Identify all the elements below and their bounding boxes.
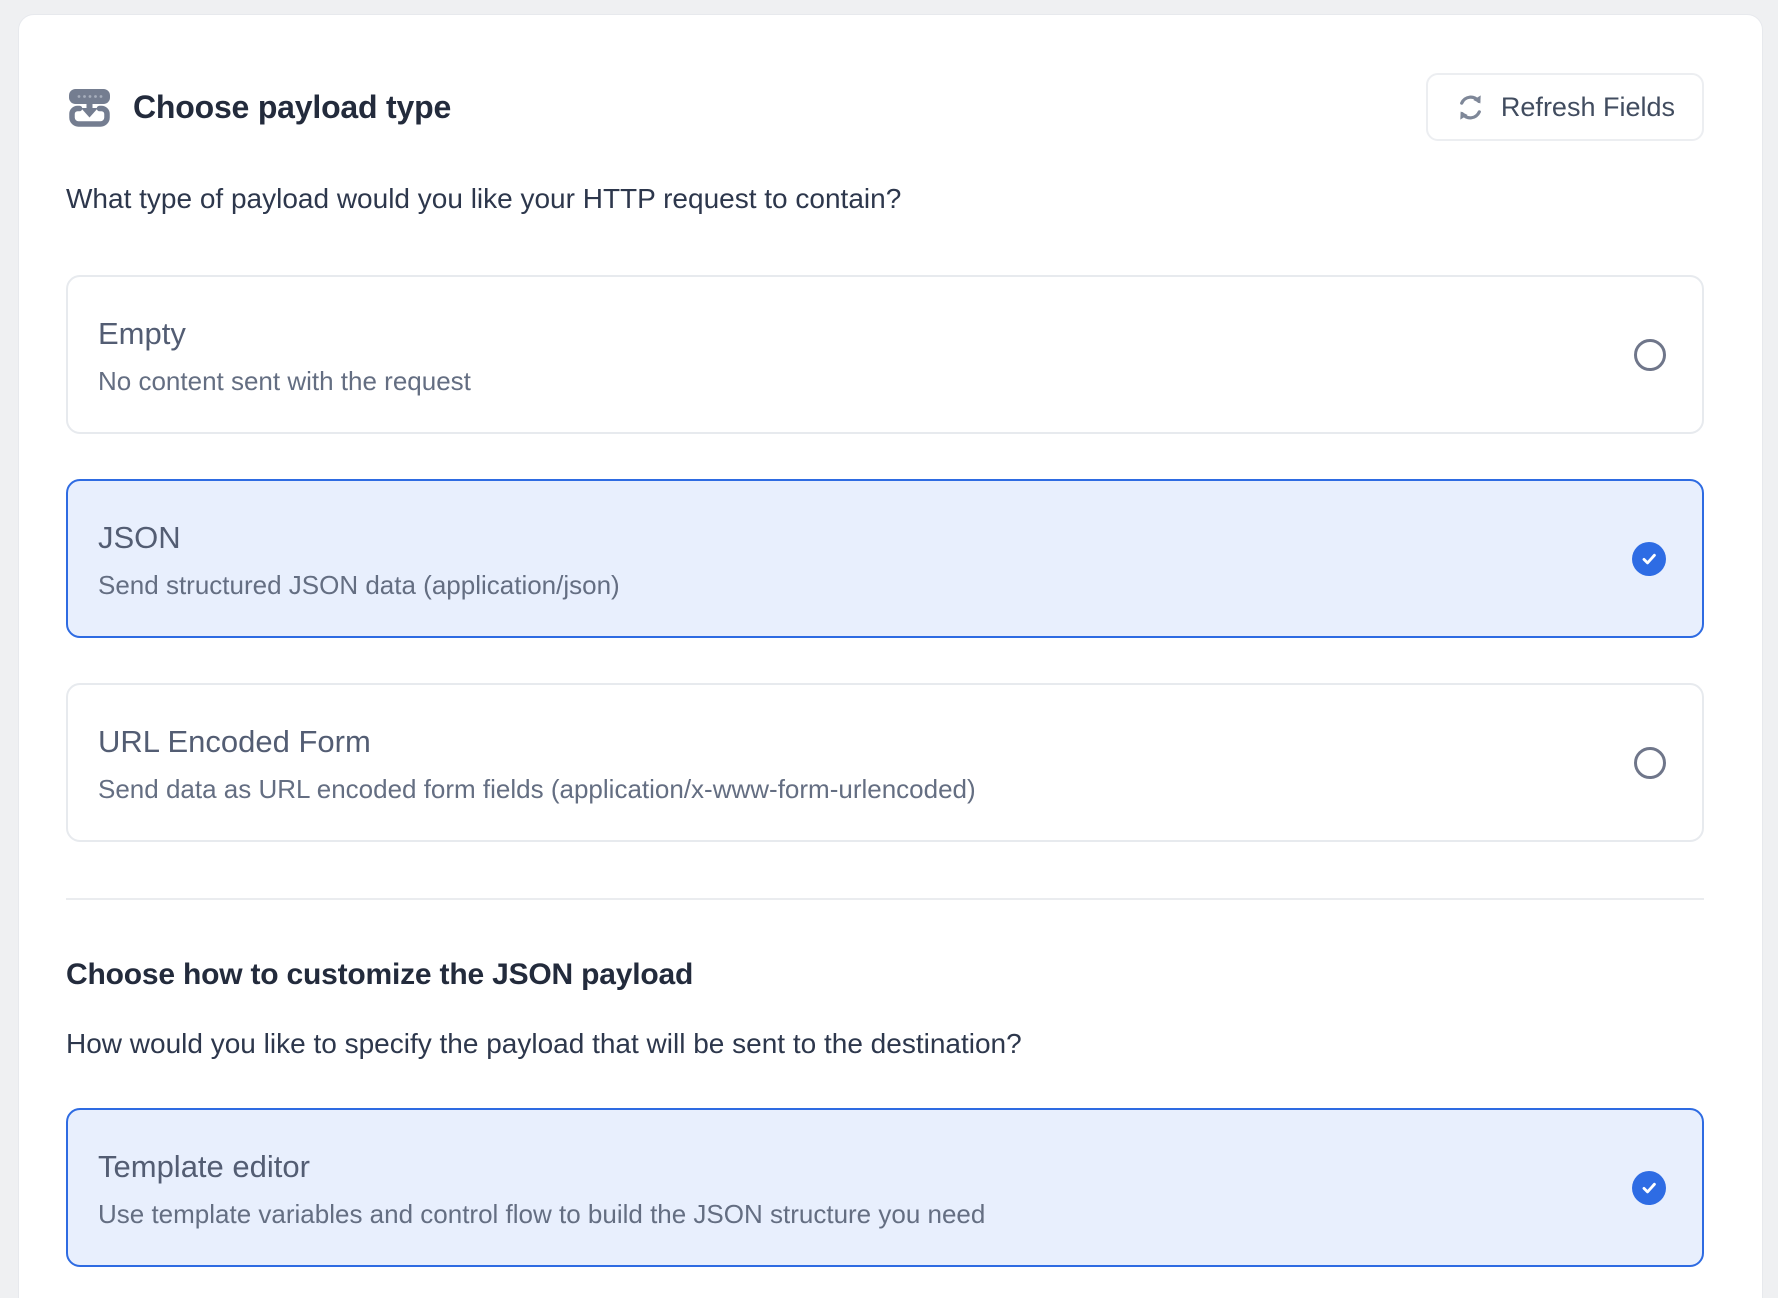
check-icon [1639,1178,1659,1198]
payload-settings-panel: Choose payload type Refresh Fields What … [18,14,1763,1298]
header-left: Choose payload type [66,86,451,129]
option-description: Use template variables and control flow … [98,1199,1592,1230]
payload-type-question: What type of payload would you like your… [66,183,1704,215]
option-description: Send structured JSON data (application/j… [98,570,1592,601]
payload-option-json[interactable]: JSON Send structured JSON data (applicat… [66,479,1704,638]
option-title: Empty [98,316,1592,352]
option-title: JSON [98,520,1592,556]
header-row: Choose payload type Refresh Fields [66,73,1704,141]
radio-unchecked-icon[interactable] [1634,339,1666,371]
radio-checked-icon[interactable] [1632,1171,1666,1205]
customize-section-heading: Choose how to customize the JSON payload [66,958,1704,992]
customize-question: How would you like to specify the payloa… [66,1028,1704,1060]
page-title: Choose payload type [133,89,451,126]
customize-option-template-editor[interactable]: Template editor Use template variables a… [66,1108,1704,1267]
customize-options-list: Template editor Use template variables a… [66,1108,1704,1267]
option-title: Template editor [98,1149,1592,1185]
payload-option-empty[interactable]: Empty No content sent with the request [66,275,1704,434]
section-divider [66,898,1704,900]
radio-checked-icon[interactable] [1632,542,1666,576]
option-title: URL Encoded Form [98,724,1592,760]
payload-option-url-encoded-form[interactable]: URL Encoded Form Send data as URL encode… [66,683,1704,842]
payload-options-list: Empty No content sent with the request J… [66,275,1704,842]
option-description: Send data as URL encoded form fields (ap… [98,774,1592,805]
option-description: No content sent with the request [98,366,1592,397]
check-icon [1639,549,1659,569]
refresh-icon [1455,92,1486,123]
refresh-fields-button[interactable]: Refresh Fields [1426,73,1704,141]
refresh-fields-label: Refresh Fields [1501,92,1675,123]
payload-tray-icon [66,86,113,129]
radio-unchecked-icon[interactable] [1634,747,1666,779]
